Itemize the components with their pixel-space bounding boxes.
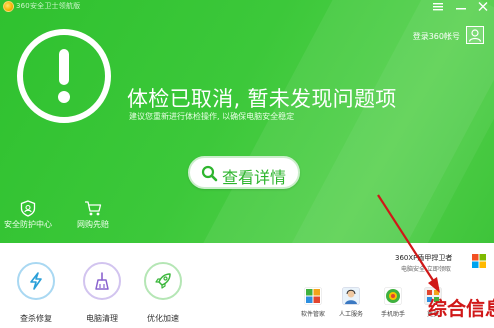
watermark-text: 综合信息	[428, 298, 494, 320]
windows-flag-icon	[472, 254, 486, 268]
app-title: 360安全卫士领航版	[16, 2, 81, 10]
human-service-app[interactable]: 人工服务	[334, 287, 368, 327]
optimize-speed-ring	[144, 262, 182, 300]
shopping-compensation-link[interactable]: 网购先赔	[70, 200, 116, 230]
scan-repair-label: 查杀修复	[20, 314, 52, 323]
software-manager-icon	[304, 287, 322, 305]
warning-exclamation-icon	[17, 29, 111, 123]
scan-repair-ring	[17, 262, 55, 300]
status-title: 体检已取消, 暂未发现问题项	[127, 87, 397, 111]
shopping-compensation-label: 网购先赔	[77, 220, 109, 229]
security-app-window: 360安全卫士领航版 登录360帐号 体检已取消, 暂未发现问题项 建议您重新进…	[0, 0, 494, 328]
software-manager-label: 软件管家	[300, 311, 325, 318]
lightning-icon	[30, 272, 42, 290]
title-bar: 360安全卫士领航版	[0, 0, 494, 14]
cart-icon	[85, 201, 102, 216]
optimize-speed-label: 优化加速	[147, 314, 179, 323]
pc-cleanup-tool[interactable]: 电脑清理	[72, 262, 132, 326]
minimize-icon[interactable]	[454, 0, 468, 12]
app-logo-icon	[3, 1, 14, 12]
login-link[interactable]: 登录360帐号	[388, 31, 460, 42]
close-icon[interactable]	[476, 0, 490, 12]
user-icon[interactable]	[466, 26, 484, 44]
view-details-label: 查看详情	[222, 168, 287, 187]
status-subtitle: 建议您重新进行体检操作, 以确保电脑安全稳定	[129, 112, 295, 121]
security-center-link[interactable]: 安全防护中心	[3, 200, 53, 230]
pc-cleanup-ring	[83, 262, 121, 300]
software-manager-app[interactable]: 软件管家	[296, 287, 330, 327]
scan-repair-tool[interactable]: 查杀修复	[6, 262, 66, 326]
human-service-label: 人工服务	[338, 311, 363, 318]
rocket-icon	[155, 273, 171, 289]
annotation-arrow-icon	[377, 194, 440, 293]
pc-cleanup-label: 电脑清理	[86, 314, 118, 323]
menu-icon[interactable]	[431, 0, 445, 12]
human-service-icon	[342, 287, 360, 305]
optimize-speed-tool[interactable]: 优化加速	[133, 262, 193, 326]
security-center-label: 安全防护中心	[4, 220, 52, 229]
phone-assistant-label: 手机助手	[380, 311, 405, 318]
broom-icon	[95, 272, 109, 290]
shield-icon	[20, 200, 36, 217]
search-icon	[201, 165, 218, 182]
view-details-button[interactable]: 查看详情	[188, 156, 300, 189]
